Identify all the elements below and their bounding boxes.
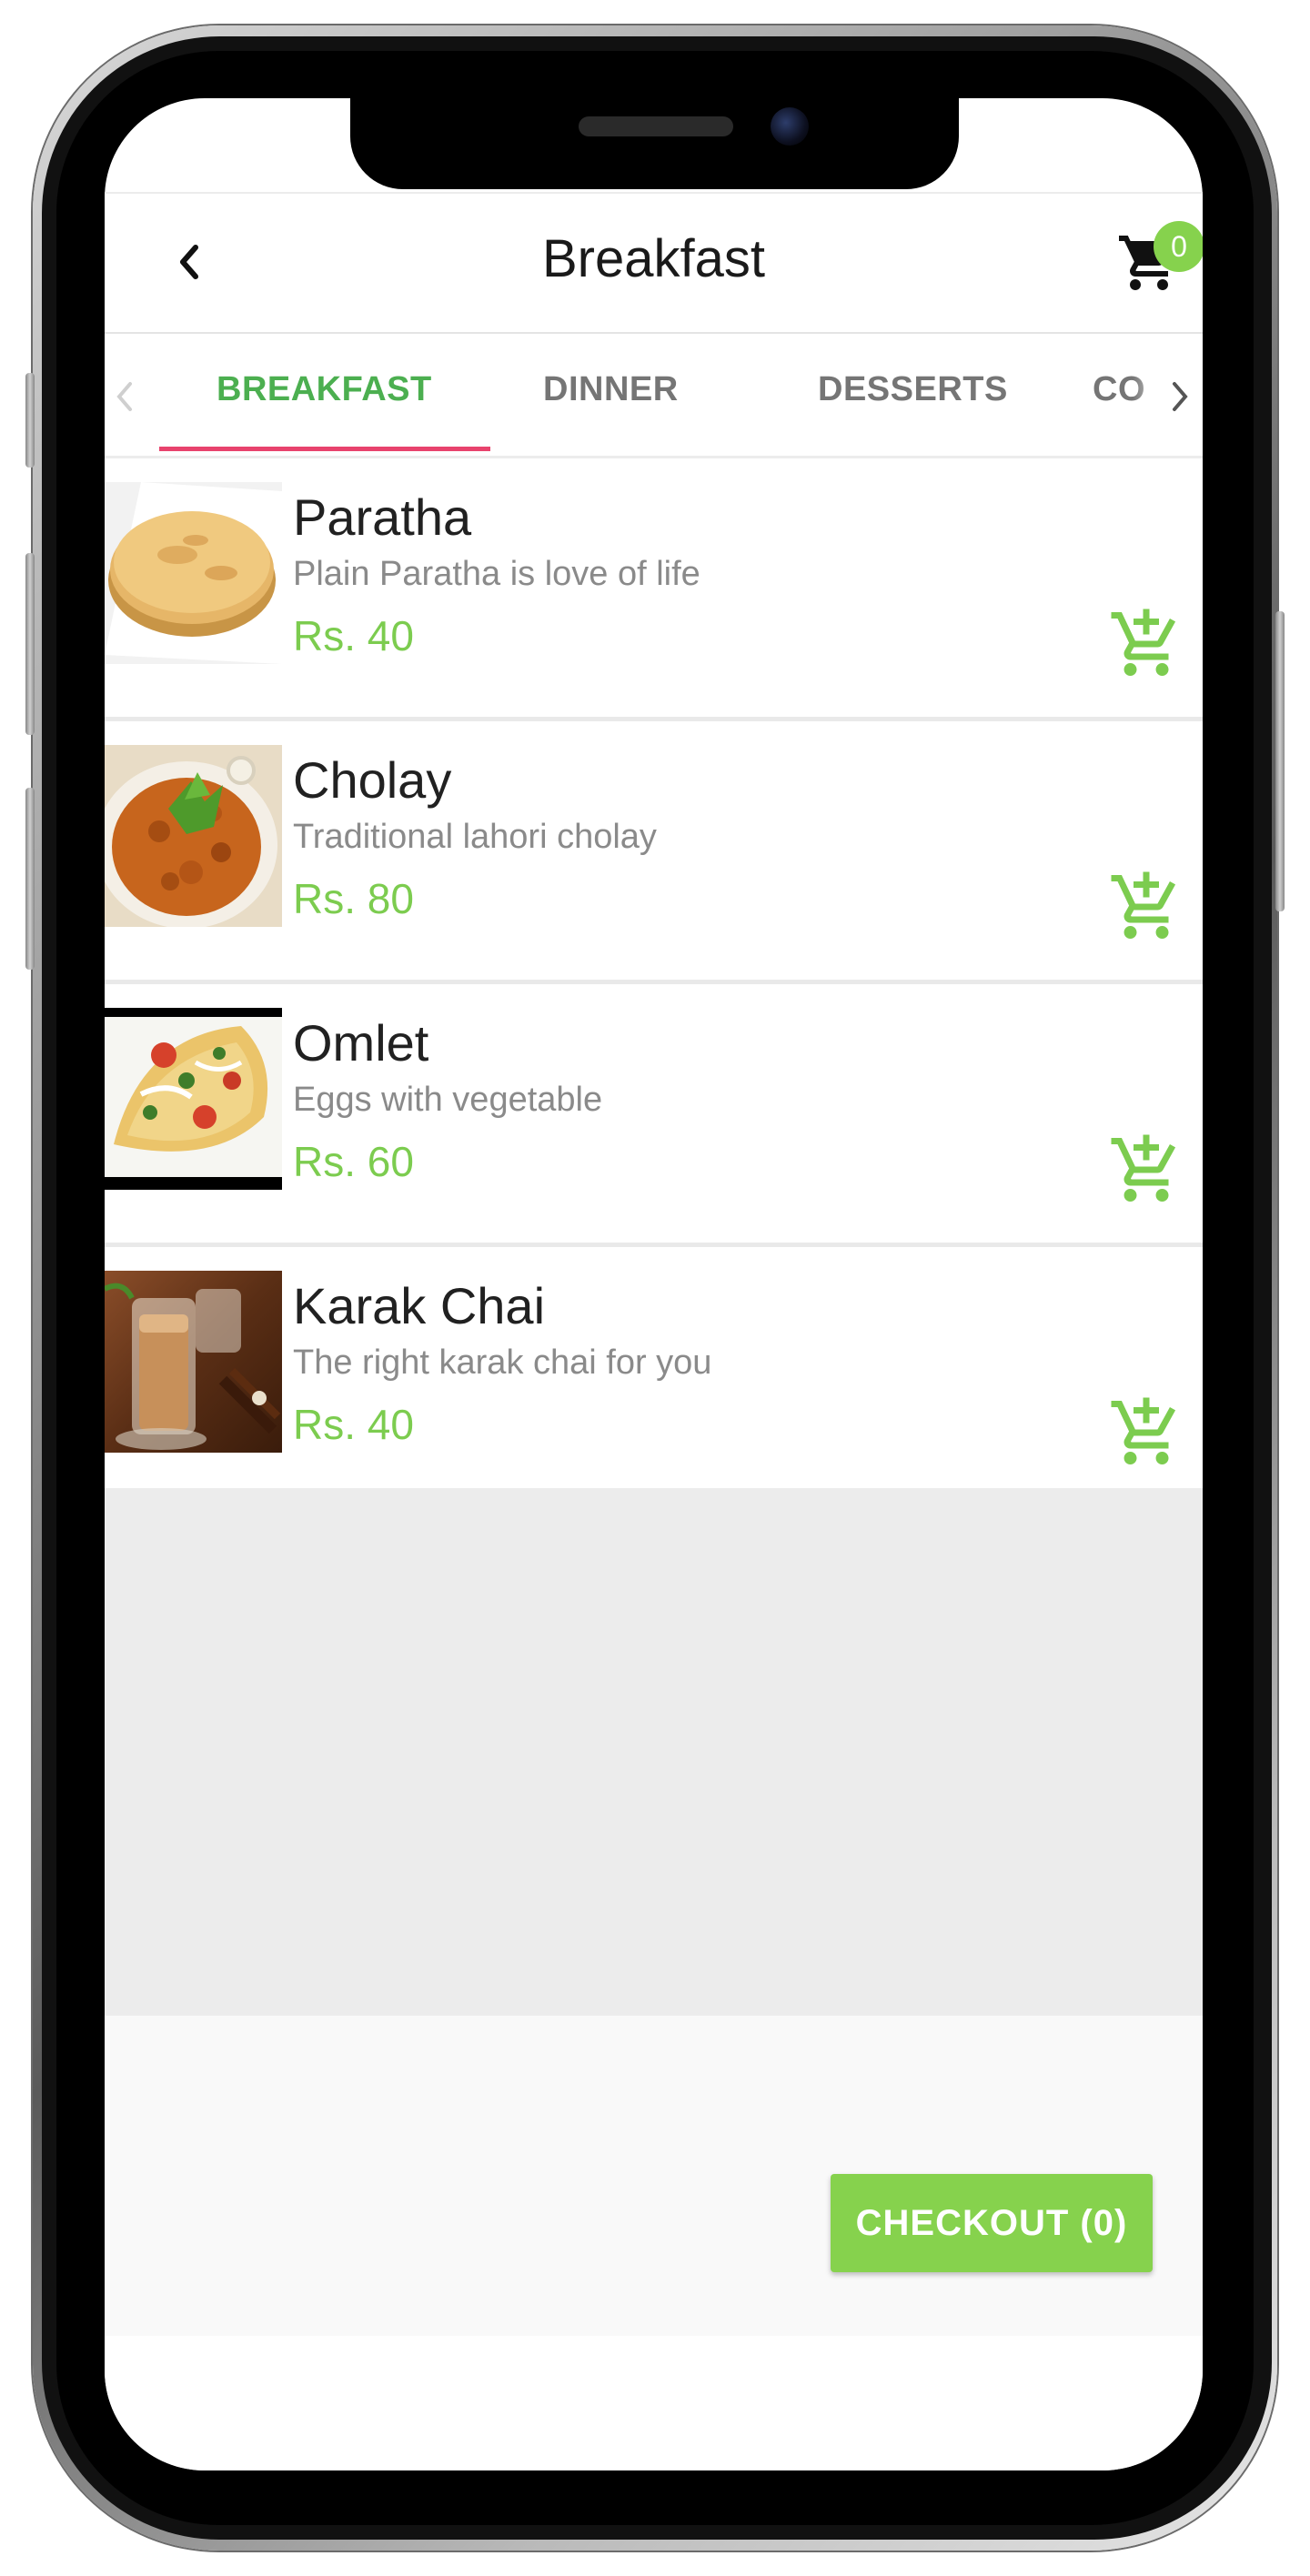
tabs-scroll-left-button[interactable] — [105, 374, 145, 419]
add-to-cart-button[interactable] — [1108, 606, 1184, 682]
karak-chai-photo — [105, 1271, 282, 1453]
mute-switch — [25, 373, 35, 468]
add-shopping-cart-icon — [1111, 609, 1176, 676]
omlet-photo — [105, 1008, 282, 1190]
product-name: Paratha — [293, 488, 472, 546]
home-indicator-area — [105, 2336, 1203, 2470]
page-title: Breakfast — [542, 229, 765, 288]
tab-desserts[interactable]: DESSERTS — [818, 370, 1008, 409]
product-price: Rs. 40 — [293, 612, 414, 659]
front-camera — [771, 107, 809, 146]
power-button — [1275, 611, 1285, 911]
volume-down-button — [25, 788, 35, 970]
checkout-footer: CHECKOUT (0) — [105, 2016, 1203, 2336]
product-name: Omlet — [293, 1014, 429, 1072]
add-to-cart-button[interactable] — [1108, 869, 1184, 945]
add-to-cart-button[interactable] — [1108, 1394, 1184, 1471]
product-price: Rs. 40 — [293, 1401, 414, 1448]
product-description: Eggs with vegetable — [293, 1081, 603, 1119]
category-tabs: BREAKFAST DINNER DESSERTS CO — [105, 334, 1203, 458]
cholay-photo — [105, 745, 282, 927]
product-description: Traditional lahori cholay — [293, 818, 657, 856]
product-description: The right karak chai for you — [293, 1343, 712, 1382]
add-to-cart-button[interactable] — [1108, 1132, 1184, 1208]
product-price: Rs. 60 — [293, 1138, 414, 1185]
product-item-omlet[interactable]: Omlet Eggs with vegetable Rs. 60 — [105, 984, 1203, 1247]
product-item-paratha[interactable]: Paratha Plain Paratha is love of life Rs… — [105, 458, 1203, 721]
app-screen: Breakfast 0 BREAKFAST DINNER DESSERTS CO — [105, 98, 1203, 2470]
app-header: Breakfast 0 — [105, 192, 1203, 336]
chevron-right-icon — [1173, 382, 1188, 411]
device-mockup: Breakfast 0 BREAKFAST DINNER DESSERTS CO — [0, 0, 1310, 2576]
add-shopping-cart-icon — [1111, 1397, 1176, 1464]
product-price: Rs. 80 — [293, 875, 414, 922]
speaker-grille — [579, 116, 733, 136]
volume-up-button — [25, 553, 35, 735]
product-list: Paratha Plain Paratha is love of life Rs… — [105, 458, 1203, 1510]
checkout-button[interactable]: CHECKOUT (0) — [831, 2174, 1153, 2272]
chevron-left-icon — [116, 382, 132, 411]
add-shopping-cart-icon — [1111, 1134, 1176, 1202]
tabs-scroll-right-button[interactable] — [1160, 374, 1200, 419]
paratha-photo — [105, 482, 282, 664]
notch — [350, 98, 959, 189]
product-item-cholay[interactable]: Cholay Traditional lahori cholay Rs. 80 — [105, 721, 1203, 984]
product-item-karak-chai[interactable]: Karak Chai The right karak chai for you … — [105, 1247, 1203, 1510]
tab-dinner[interactable]: DINNER — [543, 370, 679, 409]
tab-breakfast[interactable]: BREAKFAST — [217, 370, 432, 409]
product-description: Plain Paratha is love of life — [293, 555, 700, 593]
product-name: Cholay — [293, 751, 452, 809]
list-empty-area — [105, 1488, 1203, 2016]
cart-count-badge: 0 — [1154, 221, 1203, 272]
product-name: Karak Chai — [293, 1277, 546, 1334]
add-shopping-cart-icon — [1111, 871, 1176, 939]
active-tab-indicator — [159, 447, 490, 451]
